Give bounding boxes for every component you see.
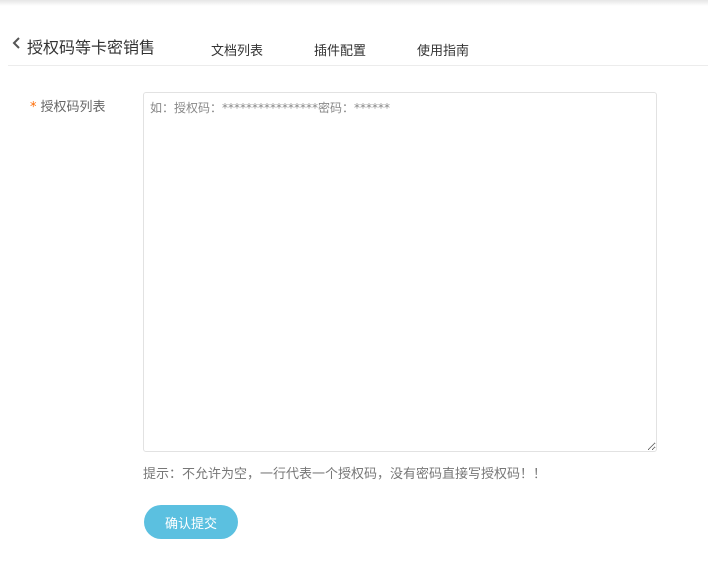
codes-textarea[interactable] [143, 92, 657, 452]
required-mark: * [30, 100, 37, 115]
codes-field-label: * 授权码列表 [30, 96, 106, 115]
hint-text: 提示：不允许为空，一行代表一个授权码，没有密码直接写授权码！！ [143, 467, 547, 482]
tab-usage-guide[interactable]: 使用指南 [417, 40, 469, 59]
chevron-left-icon[interactable] [10, 35, 24, 49]
page-header: 授权码等卡密销售 文档列表 插件配置 使用指南 [8, 26, 708, 66]
tab-plugin-config[interactable]: 插件配置 [314, 40, 366, 59]
submit-button[interactable]: 确认提交 [144, 505, 238, 539]
tab-document-list[interactable]: 文档列表 [211, 40, 263, 59]
page-title: 授权码等卡密销售 [27, 38, 156, 57]
top-shadow [0, 0, 708, 6]
codes-label-text: 授权码列表 [40, 100, 106, 115]
